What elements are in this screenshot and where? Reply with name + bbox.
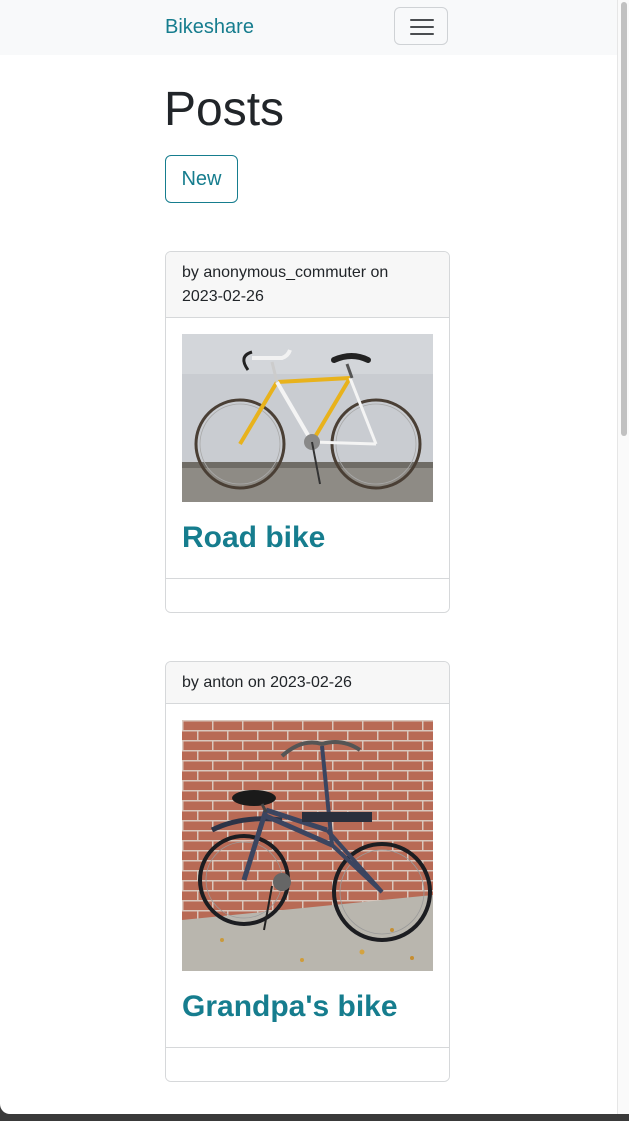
scrollbar-thumb[interactable] — [621, 2, 627, 436]
post-image[interactable] — [182, 720, 433, 971]
new-post-button[interactable]: New — [165, 155, 238, 203]
post-card-footer — [166, 1047, 449, 1081]
post-title-link[interactable]: Road bike — [182, 520, 433, 556]
navbar-brand[interactable]: Bikeshare — [165, 14, 254, 40]
browser-viewport: Bikeshare Posts New by anonymous_commute… — [0, 0, 617, 1114]
vertical-scrollbar[interactable] — [617, 0, 629, 1114]
post-image[interactable] — [182, 334, 433, 502]
page-title: Posts — [164, 83, 285, 136]
grandpa-bike-image — [182, 720, 433, 971]
post-card: by anton on 2023-02-26 Grandpa's bike — [165, 661, 450, 1082]
post-byline: by anton on 2023-02-26 — [166, 662, 449, 704]
navbar-toggle-button[interactable] — [394, 7, 448, 45]
post-card: by anonymous_commuter on 2023-02-26 Road… — [165, 251, 450, 613]
road-bike-image — [182, 334, 433, 502]
navbar: Bikeshare — [0, 0, 617, 55]
post-title-link[interactable]: Grandpa's bike — [182, 989, 433, 1025]
post-card-footer — [166, 578, 449, 612]
post-byline: by anonymous_commuter on 2023-02-26 — [166, 252, 449, 318]
